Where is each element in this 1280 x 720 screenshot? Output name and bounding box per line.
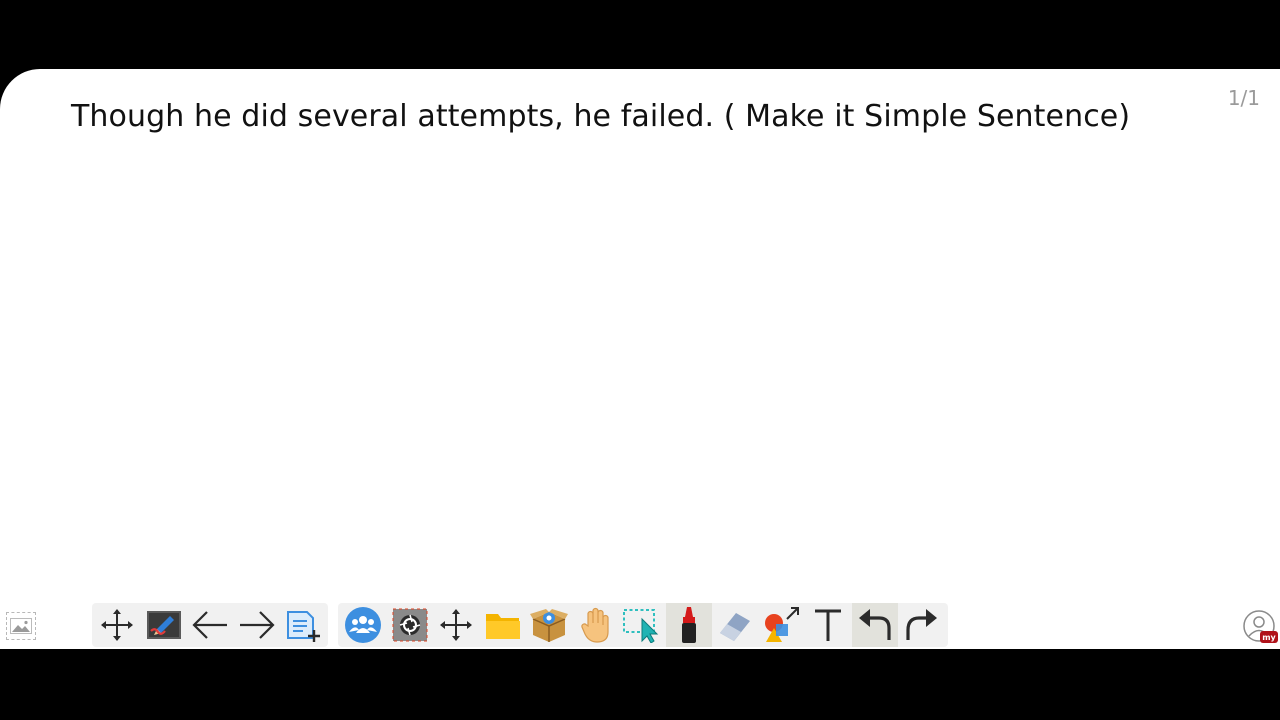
previous-page-button[interactable] xyxy=(187,603,234,647)
background-image-button[interactable] xyxy=(6,612,36,640)
pan-tool-button[interactable] xyxy=(433,603,480,647)
profile-button[interactable]: my xyxy=(1242,609,1278,645)
avatar-icon: my xyxy=(1243,610,1278,643)
profile-badge: my xyxy=(1262,633,1276,642)
move-arrows-icon xyxy=(101,609,134,641)
open-folder-button[interactable] xyxy=(480,603,527,647)
marker-tool-button[interactable] xyxy=(665,603,712,647)
arrow-left-icon xyxy=(192,611,228,639)
screenshot-button[interactable] xyxy=(387,603,434,647)
redo-icon xyxy=(906,609,938,640)
hand-icon xyxy=(581,607,609,643)
users-button[interactable] xyxy=(340,603,387,647)
shapes-tool-button[interactable] xyxy=(759,603,806,647)
select-cursor-icon xyxy=(623,609,659,643)
marker-icon xyxy=(681,607,696,643)
folder-icon xyxy=(485,614,520,639)
image-icon xyxy=(10,618,32,634)
toolbar-left xyxy=(92,603,328,647)
redo-button[interactable] xyxy=(898,603,945,647)
toolbar-right xyxy=(338,603,948,647)
move-tool-button[interactable] xyxy=(94,603,141,647)
move-arrows-icon xyxy=(440,609,473,641)
text-tool-icon xyxy=(815,609,842,641)
pen-settings-button[interactable] xyxy=(141,603,188,647)
resources-button[interactable] xyxy=(526,603,573,647)
undo-icon xyxy=(858,609,891,640)
camera-shutter-icon xyxy=(392,608,428,642)
add-page-button[interactable] xyxy=(280,603,327,647)
resource-box-icon xyxy=(530,609,569,642)
select-tool-button[interactable] xyxy=(619,603,666,647)
hand-tool-button[interactable] xyxy=(573,603,620,647)
text-tool-button[interactable] xyxy=(805,603,852,647)
next-page-button[interactable] xyxy=(234,603,281,647)
eraser-tool-button[interactable] xyxy=(712,603,759,647)
pen-settings-icon xyxy=(146,611,181,639)
users-group-icon xyxy=(345,607,382,643)
shapes-icon xyxy=(764,607,799,642)
eraser-icon xyxy=(720,613,751,641)
add-page-icon xyxy=(287,611,321,642)
whiteboard-canvas[interactable]: Though he did several attempts, he faile… xyxy=(0,69,1280,649)
arrow-right-icon xyxy=(239,611,275,639)
question-text: Though he did several attempts, he faile… xyxy=(71,99,1131,134)
undo-button[interactable] xyxy=(851,603,898,647)
page-counter: 1/1 xyxy=(1227,86,1260,110)
